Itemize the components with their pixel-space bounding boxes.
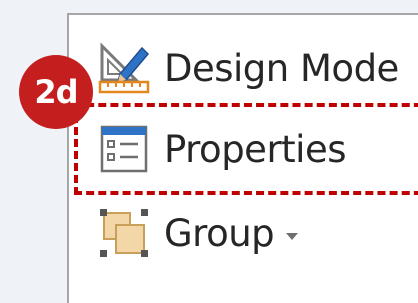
design-mode-button[interactable]: Design Mode bbox=[96, 38, 399, 98]
group-label: Group bbox=[164, 211, 275, 255]
properties-label: Properties bbox=[164, 127, 347, 171]
chevron-down-icon[interactable] bbox=[286, 232, 299, 240]
design-mode-label: Design Mode bbox=[164, 46, 399, 90]
properties-icon bbox=[96, 121, 152, 177]
properties-button[interactable]: Properties bbox=[96, 119, 347, 179]
group-button[interactable]: Group bbox=[96, 203, 299, 263]
step-badge: 2d bbox=[19, 55, 93, 129]
group-icon bbox=[96, 205, 152, 261]
design-mode-icon bbox=[96, 40, 152, 96]
